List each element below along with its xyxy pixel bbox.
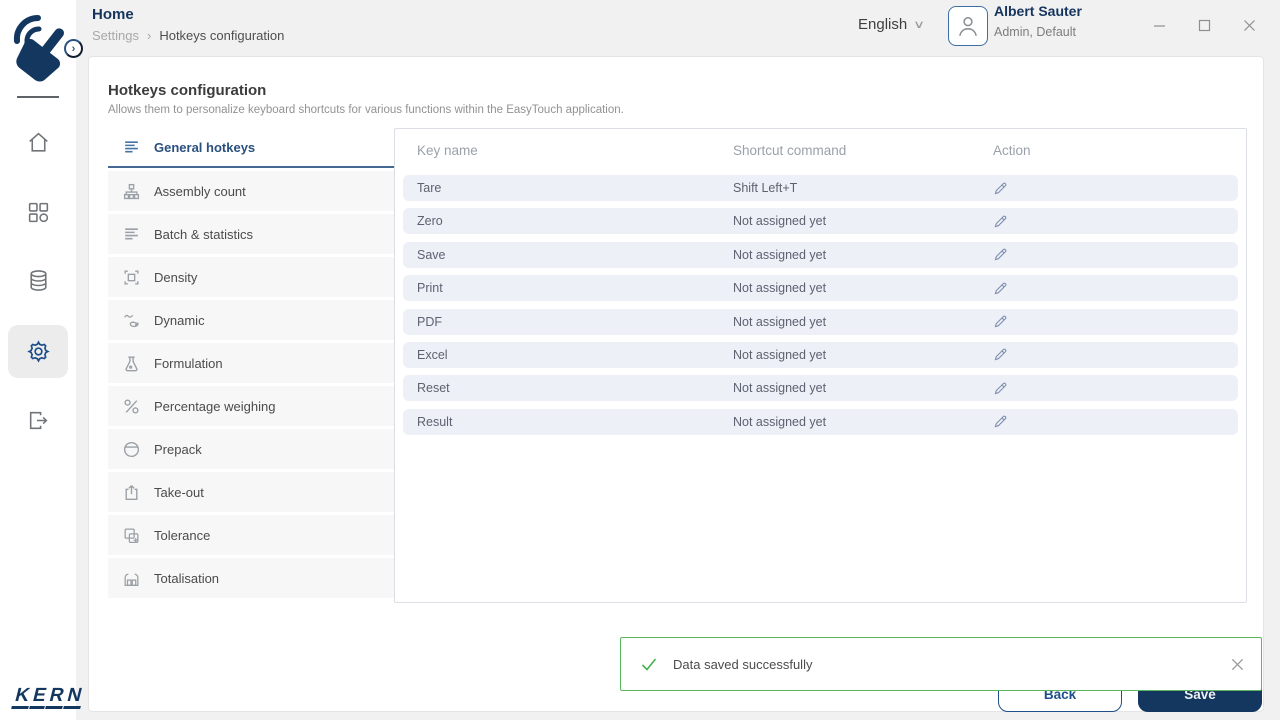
edit-shortcut-button[interactable] — [993, 347, 1008, 362]
tab-totalisation[interactable]: Totalisation — [108, 558, 394, 598]
table-row: Excel Not assigned yet — [403, 342, 1238, 368]
user-name: Albert Sauter — [994, 3, 1082, 19]
minimize-icon[interactable] — [1148, 14, 1170, 36]
tab-general-hotkeys[interactable]: General hotkeys — [108, 128, 394, 168]
tab-prepack[interactable]: Prepack — [108, 429, 394, 469]
table-row: Print Not assigned yet — [403, 275, 1238, 301]
language-value: English — [858, 16, 907, 33]
tab-dynamic[interactable]: Dynamic — [108, 300, 394, 340]
edit-shortcut-button[interactable] — [993, 381, 1008, 396]
toast-message: Data saved successfully — [673, 657, 812, 672]
close-icon[interactable] — [1238, 14, 1260, 36]
edit-shortcut-button[interactable] — [993, 281, 1008, 296]
section-title: Home — [92, 6, 134, 23]
tab-assembly-count[interactable]: Assembly count — [108, 171, 394, 211]
breadcrumb: Settings › Hotkeys configuration — [92, 28, 284, 43]
tab-percentage-weighing[interactable]: Percentage weighing — [108, 386, 394, 426]
hotkeys-table: Key name Shortcut command Action Tare Sh… — [394, 128, 1247, 603]
app-window: Back Save Hotkeys configuration Allows t… — [0, 0, 1280, 720]
sidebar-item-database[interactable] — [0, 268, 76, 293]
toast-close-icon[interactable] — [1230, 657, 1245, 672]
assembly-icon — [122, 182, 141, 201]
user-role: Admin, Default — [994, 25, 1076, 39]
edit-shortcut-button[interactable] — [993, 214, 1008, 229]
edit-shortcut-button[interactable] — [993, 414, 1008, 429]
dynamic-icon — [122, 311, 141, 330]
tab-take-out[interactable]: Take-out — [108, 472, 394, 512]
shortcut-cell: Shift Left+T — [733, 181, 993, 195]
shortcut-cell: Not assigned yet — [733, 348, 993, 362]
sidebar-item-apps[interactable] — [0, 200, 76, 225]
tab-formulation[interactable]: Formulation — [108, 343, 394, 383]
table-row: Zero Not assigned yet — [403, 208, 1238, 234]
key-name-cell: PDF — [403, 315, 733, 329]
avatar[interactable] — [948, 6, 988, 46]
flask-icon — [122, 354, 141, 373]
list-lines-icon — [122, 225, 141, 244]
tab-batch-statistics[interactable]: Batch & statistics — [108, 214, 394, 254]
table-row: PDF Not assigned yet — [403, 309, 1238, 335]
maximize-icon[interactable] — [1193, 14, 1215, 36]
column-key-name: Key name — [403, 143, 733, 165]
page-subtitle: Allows them to personalize keyboard shor… — [108, 104, 624, 116]
list-lines-icon — [122, 138, 141, 157]
breadcrumb-parent[interactable]: Settings — [92, 28, 139, 43]
key-name-cell: Save — [403, 248, 733, 262]
key-name-cell: Result — [403, 415, 733, 429]
sidebar-item-settings[interactable] — [0, 339, 76, 364]
page-title: Hotkeys configuration — [108, 82, 266, 99]
sidebar-item-home[interactable] — [0, 130, 76, 155]
toast-success: Data saved successfully — [620, 637, 1262, 691]
shortcut-cell: Not assigned yet — [733, 315, 993, 329]
density-icon — [122, 268, 141, 287]
key-name-cell: Print — [403, 281, 733, 295]
table-row: Tare Shift Left+T — [403, 175, 1238, 201]
percent-icon — [122, 397, 141, 416]
database-icon — [26, 268, 51, 293]
table-rows: Tare Shift Left+T Zero Not assigned yet … — [403, 175, 1238, 435]
breadcrumb-current: Hotkeys configuration — [159, 28, 284, 43]
shortcut-cell: Not assigned yet — [733, 415, 993, 429]
kern-logo: KERN — [11, 686, 87, 709]
takeout-icon — [122, 483, 141, 502]
key-name-cell: Tare — [403, 181, 733, 195]
table-row: Result Not assigned yet — [403, 409, 1238, 435]
user-icon — [955, 13, 981, 39]
totalisation-icon — [122, 569, 141, 588]
table-row: Save Not assigned yet — [403, 242, 1238, 268]
logout-icon — [26, 408, 51, 433]
home-icon — [26, 130, 51, 155]
chevron-right-icon: › — [72, 43, 76, 55]
shortcut-cell: Not assigned yet — [733, 281, 993, 295]
breadcrumb-separator-icon: › — [147, 28, 151, 43]
chevron-down-icon: ∨ — [913, 18, 925, 31]
table-row: Reset Not assigned yet — [403, 375, 1238, 401]
shortcut-cell: Not assigned yet — [733, 214, 993, 228]
key-name-cell: Excel — [403, 348, 733, 362]
shortcut-cell: Not assigned yet — [733, 381, 993, 395]
key-name-cell: Zero — [403, 214, 733, 228]
edit-shortcut-button[interactable] — [993, 181, 1008, 196]
tolerance-icon — [122, 526, 141, 545]
shortcut-cell: Not assigned yet — [733, 248, 993, 262]
sidebar-divider — [17, 96, 59, 98]
tab-tolerance[interactable]: Tolerance — [108, 515, 394, 555]
edit-shortcut-button[interactable] — [993, 314, 1008, 329]
column-shortcut-command: Shortcut command — [733, 143, 993, 165]
language-selector[interactable]: English ∨ — [858, 16, 923, 33]
tab-density[interactable]: Density — [108, 257, 394, 297]
gear-icon — [26, 339, 51, 364]
check-icon — [639, 654, 659, 674]
prepack-icon — [122, 440, 141, 459]
edit-shortcut-button[interactable] — [993, 247, 1008, 262]
sidebar-item-logout[interactable] — [0, 408, 76, 433]
hotkeys-tab-list: General hotkeys Assembly count Batch & s… — [108, 128, 394, 601]
apps-grid-icon — [26, 200, 51, 225]
easytouch-logo-icon — [8, 4, 68, 90]
table-header: Key name Shortcut command Action — [403, 143, 1238, 165]
sidebar-expand-button[interactable]: › — [64, 39, 83, 58]
sidebar: KERN — [0, 0, 76, 720]
column-action: Action — [993, 143, 1238, 165]
key-name-cell: Reset — [403, 381, 733, 395]
